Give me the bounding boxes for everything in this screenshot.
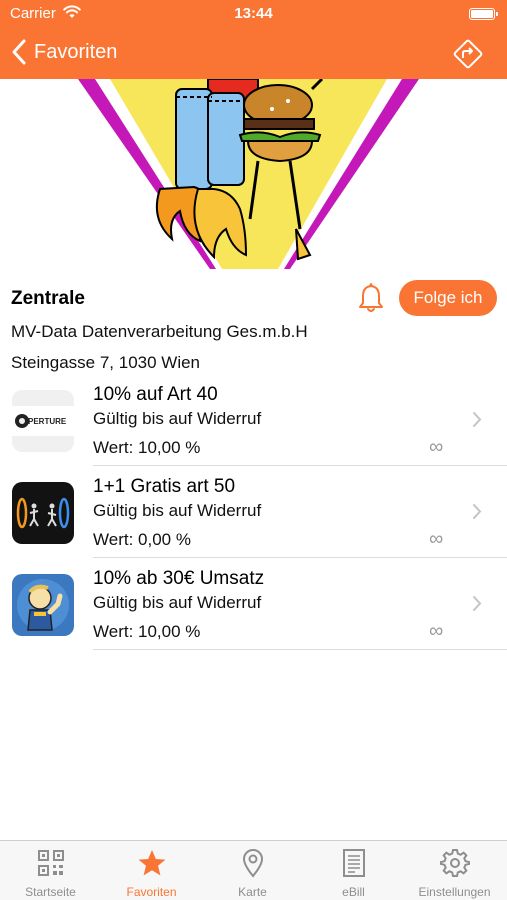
offer-title: 10% auf Art 40 (93, 384, 218, 405)
offer-value: Wert: 10,00 % (93, 438, 201, 457)
chevron-right-icon (473, 412, 482, 427)
offer-row[interactable]: 1+1 Gratis art 50 Gültig bis auf Widerru… (0, 466, 507, 558)
back-button[interactable]: Favoriten (10, 36, 117, 68)
offer-row[interactable]: PERTURE 10% auf Art 40 Gültig bis auf Wi… (0, 374, 507, 466)
gear-icon (440, 849, 470, 877)
offer-value: Wert: 0,00 % (93, 530, 191, 549)
aperture-logo-text: PERTURE (28, 417, 67, 426)
place-title: Zentrale (11, 288, 85, 309)
store-banner-image (0, 79, 507, 269)
offer-quantity: ∞ (429, 436, 444, 458)
offer-value: Wert: 10,00 % (93, 622, 201, 641)
tab-label: Startseite (25, 885, 76, 899)
back-label: Favoriten (34, 40, 118, 63)
tab-label: Karte (238, 885, 267, 899)
tab-bar: Startseite Favoriten Karte eBill Einstel… (0, 840, 507, 900)
company-name: MV-Data Datenverarbeitung Ges.m.b.H (11, 322, 308, 341)
battery-icon (469, 8, 498, 20)
offer-validity: Gültig bis auf Widerruf (93, 593, 262, 612)
tab-label: Einstellungen (418, 885, 491, 899)
tab-einstellungen[interactable]: Einstellungen (404, 841, 505, 900)
offer-validity: Gültig bis auf Widerruf (93, 501, 262, 520)
address: Steingasse 7, 1030 Wien (11, 353, 201, 372)
status-time: 13:44 (234, 5, 273, 22)
chevron-left-icon (12, 39, 26, 65)
tab-startseite[interactable]: Startseite (0, 841, 101, 900)
status-bar: Carrier 13:44 (0, 0, 507, 28)
offer-quantity: ∞ (429, 528, 444, 550)
tab-label: Favoriten (126, 885, 177, 899)
offer-row[interactable]: 10% ab 30€ Umsatz Gültig bis auf Widerru… (0, 558, 507, 650)
chevron-right-icon (473, 596, 482, 611)
row-separator (93, 649, 507, 650)
navigation-bar: Favoriten (0, 28, 507, 79)
tab-label: eBill (342, 885, 365, 899)
bell-icon[interactable] (356, 282, 386, 314)
star-icon (138, 850, 166, 876)
tab-ebill[interactable]: eBill (303, 841, 404, 900)
offer-thumbnail-portal (12, 482, 74, 544)
offer-title: 1+1 Gratis art 50 (93, 476, 236, 497)
receipt-icon (343, 849, 365, 877)
offer-list: PERTURE 10% auf Art 40 Gültig bis auf Wi… (0, 374, 507, 650)
burger-mascot-illustration (78, 79, 419, 269)
follow-button[interactable]: Folge ich (399, 280, 497, 316)
place-info: Zentrale Folge ich MV-Data Datenverarbei… (0, 280, 507, 372)
map-pin-icon (242, 849, 264, 878)
offer-thumbnail-aperture: PERTURE (12, 390, 74, 452)
offer-quantity: ∞ (429, 620, 444, 642)
tab-favoriten[interactable]: Favoriten (101, 841, 202, 900)
directions-icon[interactable] (451, 37, 485, 71)
qr-code-icon (38, 850, 64, 876)
chevron-right-icon (473, 504, 482, 519)
offer-title: 10% ab 30€ Umsatz (93, 568, 265, 589)
top-bar: Carrier 13:44 Favoriten (0, 0, 507, 79)
offer-validity: Gültig bis auf Widerruf (93, 409, 262, 428)
offer-thumbnail-vault-boy (12, 574, 74, 636)
tab-karte[interactable]: Karte (202, 841, 303, 900)
